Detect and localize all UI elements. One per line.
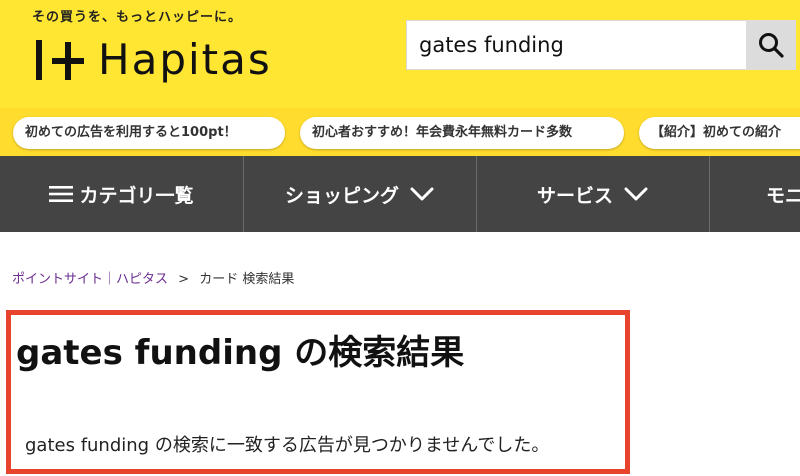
promo-pill-free-card[interactable]: 初心者おすすめ！年会費永年無料カード多数 <box>300 117 624 149</box>
nav-label-monitor: モニ <box>766 184 800 207</box>
search-input[interactable] <box>406 20 746 70</box>
chevron-down-icon <box>624 187 648 201</box>
search-bar <box>406 20 796 70</box>
page: その買うを、もっとハッピーに。 Hapitas 初めての広告を利用すると100p… <box>0 0 800 476</box>
breadcrumb: ポイントサイト｜ハピタス > カード 検索結果 <box>12 268 294 287</box>
tagline: その買うを、もっとハッピーに。 <box>32 10 243 25</box>
nav-label-categories: カテゴリ一覧 <box>79 184 194 207</box>
nav-label-shopping: ショッピング <box>284 184 399 207</box>
breadcrumb-current: カード 検索結果 <box>199 272 295 287</box>
search-icon <box>759 33 784 58</box>
chevron-down-icon <box>410 187 434 201</box>
promo-bar: 初めての広告を利用すると100pt！ 初心者おすすめ！年会費永年無料カード多数 … <box>0 108 800 156</box>
search-result-highlight-box: gates funding の検索結果 gates funding の検索に一致… <box>6 310 630 474</box>
logo-text: Hapitas <box>98 35 272 84</box>
promo-pill-referral[interactable]: 【紹介】初めての紹介 <box>639 117 800 149</box>
nav-item-shopping[interactable]: ショッピング <box>243 156 476 232</box>
promo-pill-first-ad[interactable]: 初めての広告を利用すると100pt！ <box>13 117 285 149</box>
nav-label-services: サービス <box>536 184 613 207</box>
nav-item-monitor[interactable]: モニ <box>709 156 800 232</box>
site-logo[interactable]: Hapitas <box>34 36 272 84</box>
breadcrumb-home-link[interactable]: ポイントサイト｜ハピタス <box>12 272 168 287</box>
no-results-message: gates funding の検索に一致する広告が見つかりませんでした。 <box>25 435 550 456</box>
search-button[interactable] <box>746 20 796 70</box>
breadcrumb-separator: > <box>178 272 190 287</box>
page-title: gates funding の検索結果 <box>16 333 465 373</box>
category-nav: カテゴリ一覧 ショッピング サービス モニ <box>0 156 800 232</box>
nav-item-categories[interactable]: カテゴリ一覧 <box>0 156 243 232</box>
site-header: その買うを、もっとハッピーに。 Hapitas <box>0 0 800 108</box>
hamburger-icon <box>49 186 74 202</box>
nav-item-services[interactable]: サービス <box>476 156 709 232</box>
hapitas-logo-mark <box>36 40 84 80</box>
